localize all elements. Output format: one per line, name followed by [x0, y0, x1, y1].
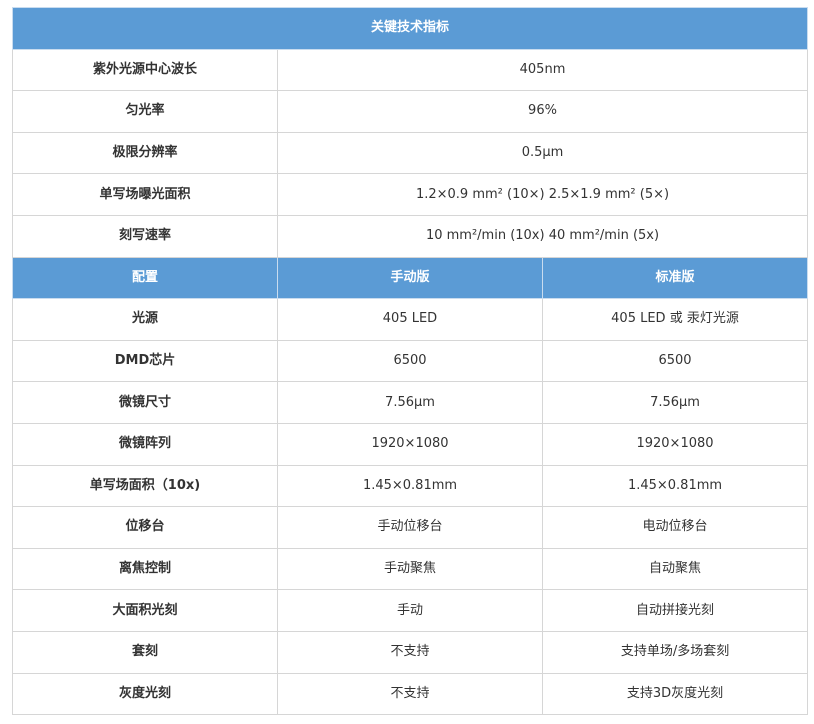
spec-label: 匀光率 — [12, 90, 278, 133]
specs-header-row: 关键技术指标 — [11, 7, 809, 50]
config-standard-value: 1.45×0.81mm — [541, 464, 809, 508]
spec-label: 紫外光源中心波长 — [12, 48, 278, 92]
table-row: 套刻 不支持 支持单场/多场套刻 — [12, 630, 809, 674]
table-row: 位移台 手动位移台 电动位移台 — [12, 506, 809, 549]
config-label: 大面积光刻 — [12, 589, 278, 632]
config-label: DMD芯片 — [12, 339, 278, 383]
table-row: 离焦控制 手动聚焦 自动聚焦 — [12, 547, 809, 591]
config-manual-value: 405 LED — [277, 298, 543, 341]
spec-table-container: 关键技术指标 紫外光源中心波长 405nm 匀光率 96% 极限分辨率 0.5μ… — [11, 7, 809, 716]
config-standard-value: 7.56μm — [541, 381, 809, 424]
table-row: 微镜阵列 1920×1080 1920×1080 — [12, 422, 809, 466]
table-row: 大面积光刻 手动 自动拼接光刻 — [12, 589, 809, 632]
spec-value: 405nm — [276, 48, 809, 92]
config-standard-value: 支持3D灰度光刻 — [541, 672, 809, 716]
table-row: DMD芯片 6500 6500 — [12, 339, 809, 383]
config-label: 套刻 — [12, 630, 278, 674]
config-standard-value: 1920×1080 — [541, 422, 809, 466]
spec-label: 单写场曝光面积 — [12, 173, 278, 216]
config-standard-value: 自动拼接光刻 — [541, 589, 809, 632]
spec-label: 刻写速率 — [12, 214, 278, 258]
config-manual-value: 手动 — [277, 589, 543, 632]
config-label: 位移台 — [12, 506, 278, 549]
specs-title: 关键技术指标 — [11, 7, 809, 50]
config-header-row: 配置 手动版 标准版 — [12, 256, 809, 300]
spec-value: 10 mm²/min (10x) 40 mm²/min (5x) — [276, 214, 809, 258]
table-row: 匀光率 96% — [12, 90, 809, 133]
spec-table: 关键技术指标 紫外光源中心波长 405nm 匀光率 96% 极限分辨率 0.5μ… — [11, 7, 809, 716]
table-row: 极限分辨率 0.5μm — [12, 131, 809, 175]
table-row: 灰度光刻 不支持 支持3D灰度光刻 — [12, 672, 809, 716]
config-manual-value: 1.45×0.81mm — [277, 464, 543, 508]
config-manual-value: 6500 — [277, 339, 543, 383]
config-manual-value: 手动位移台 — [277, 506, 543, 549]
config-label: 单写场面积（10x) — [12, 464, 278, 508]
config-label: 灰度光刻 — [12, 672, 278, 716]
config-label: 微镜尺寸 — [12, 381, 278, 424]
config-standard-value: 支持单场/多场套刻 — [541, 630, 809, 674]
table-row: 光源 405 LED 405 LED 或 汞灯光源 — [12, 298, 809, 341]
config-label: 光源 — [12, 298, 278, 341]
table-row: 单写场曝光面积 1.2×0.9 mm² (10×) 2.5×1.9 mm² (5… — [12, 173, 809, 216]
config-manual-value: 7.56μm — [277, 381, 543, 424]
config-header-standard: 标准版 — [541, 256, 809, 300]
config-manual-value: 不支持 — [277, 630, 543, 674]
config-standard-value: 电动位移台 — [541, 506, 809, 549]
config-standard-value: 自动聚焦 — [541, 547, 809, 591]
spec-value: 0.5μm — [276, 131, 809, 175]
table-row: 紫外光源中心波长 405nm — [12, 48, 809, 92]
config-manual-value: 不支持 — [277, 672, 543, 716]
spec-label: 极限分辨率 — [12, 131, 278, 175]
config-label: 微镜阵列 — [12, 422, 278, 466]
config-standard-value: 6500 — [541, 339, 809, 383]
spec-value: 96% — [276, 90, 809, 133]
config-manual-value: 1920×1080 — [277, 422, 543, 466]
table-row: 微镜尺寸 7.56μm 7.56μm — [12, 381, 809, 424]
config-label: 离焦控制 — [12, 547, 278, 591]
config-header-label: 配置 — [12, 256, 278, 300]
table-row: 单写场面积（10x) 1.45×0.81mm 1.45×0.81mm — [12, 464, 809, 508]
table-row: 刻写速率 10 mm²/min (10x) 40 mm²/min (5x) — [12, 214, 809, 258]
config-header-manual: 手动版 — [277, 256, 543, 300]
spec-value: 1.2×0.9 mm² (10×) 2.5×1.9 mm² (5×) — [276, 173, 809, 216]
config-manual-value: 手动聚焦 — [277, 547, 543, 591]
config-standard-value: 405 LED 或 汞灯光源 — [541, 298, 809, 341]
